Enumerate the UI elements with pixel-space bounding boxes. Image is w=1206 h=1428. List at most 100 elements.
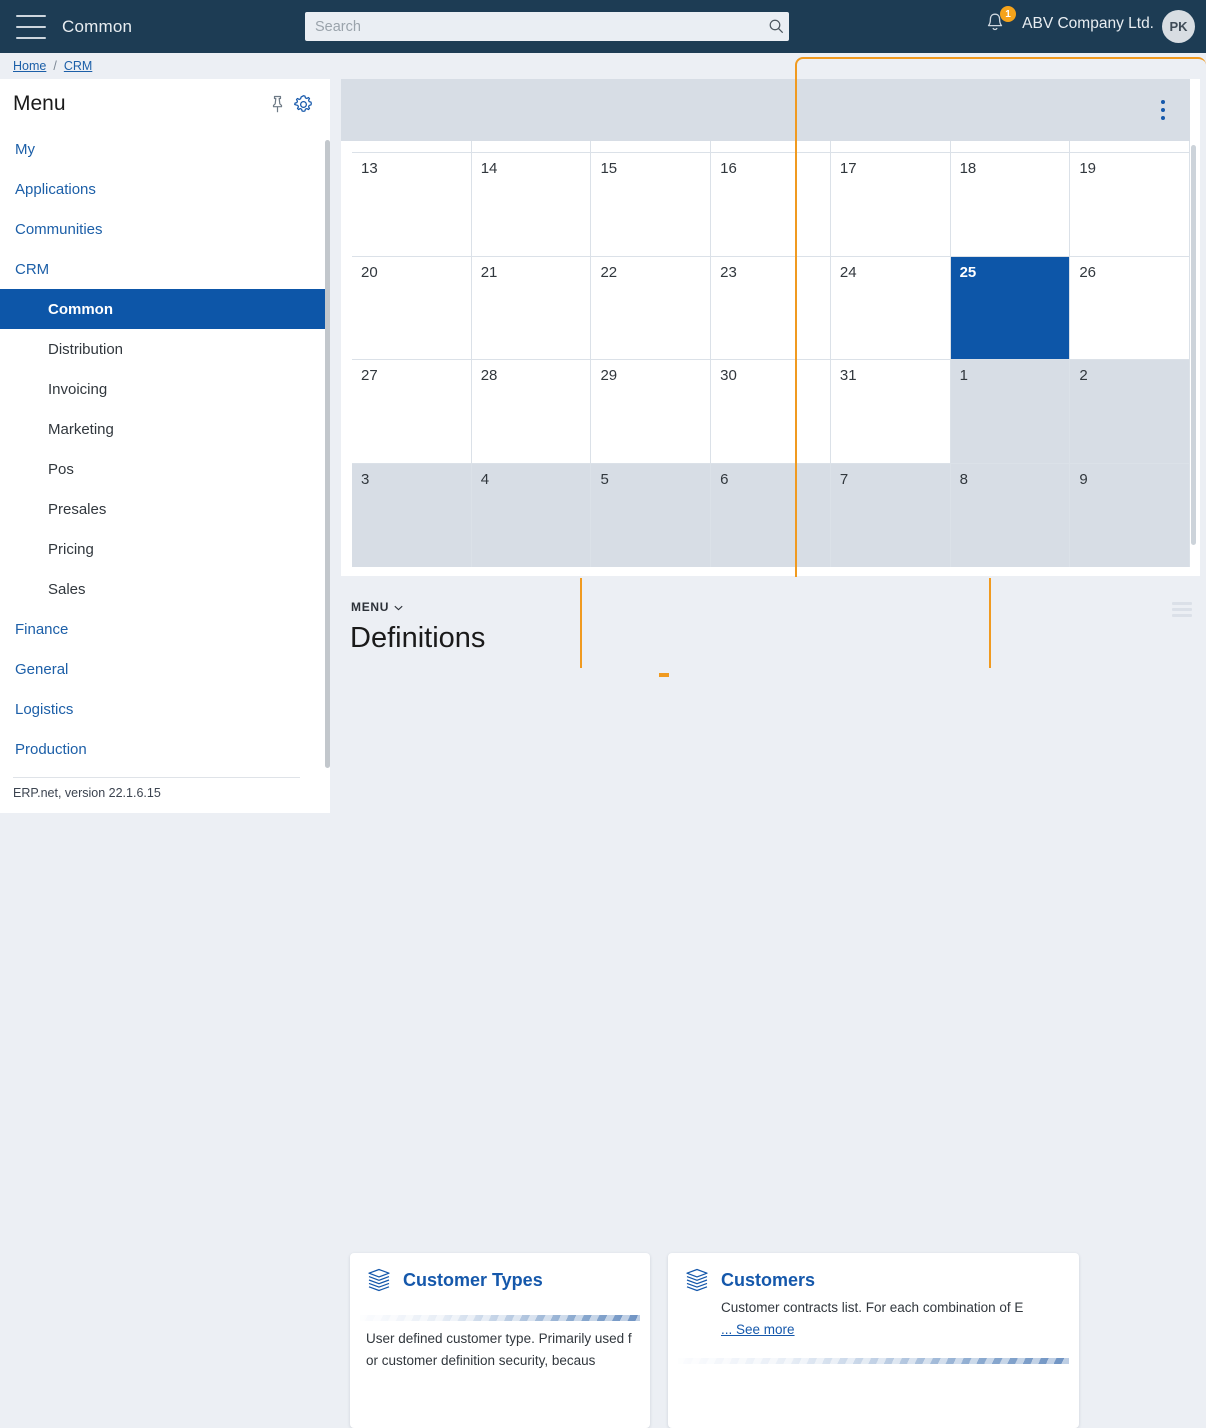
- calendar-day-cell-other-month[interactable]: 4: [471, 463, 592, 567]
- sidebar-item-my[interactable]: My: [0, 129, 330, 169]
- more-vertical-icon[interactable]: [1148, 93, 1178, 127]
- definition-card-customer-types[interactable]: Customer Types User defined customer typ…: [350, 1253, 650, 1428]
- calendar-day-cell[interactable]: 20: [352, 256, 472, 360]
- sidebar-header: Menu: [0, 79, 330, 129]
- calendar-day-cell[interactable]: 19: [1070, 153, 1191, 257]
- calendar-day-cell-other-month[interactable]: 8: [950, 463, 1071, 567]
- card-description: Customer contracts list. For each combin…: [668, 1293, 1079, 1341]
- sidebar-item-production[interactable]: Production: [0, 729, 330, 769]
- day-number: 19: [1079, 160, 1096, 177]
- breadcrumb-item-home[interactable]: Home: [13, 59, 46, 73]
- breadcrumb-separator: /: [53, 59, 57, 73]
- tab-divider-left: [580, 578, 582, 668]
- sidebar-item-pos[interactable]: Pos: [0, 449, 330, 489]
- sidebar-item-sales[interactable]: Sales: [0, 569, 330, 609]
- calendar-week-row: 20 21 22 23 24 25 26: [352, 256, 1191, 360]
- sidebar-item-marketing[interactable]: Marketing: [0, 409, 330, 449]
- day-number: 15: [600, 160, 618, 177]
- notifications-button[interactable]: 1: [984, 6, 1016, 39]
- sidebar-item-general[interactable]: General: [0, 649, 330, 689]
- list-view-icon[interactable]: [1172, 602, 1192, 617]
- day-number: 20: [361, 263, 378, 281]
- sidebar-item-common[interactable]: Common: [0, 289, 330, 329]
- breadcrumb: Home / CRM: [0, 53, 1206, 79]
- definition-card-customers[interactable]: Customers Customer contracts list. For e…: [668, 1253, 1079, 1428]
- day-number: 25: [959, 263, 977, 281]
- sidebar-item-pricing[interactable]: Pricing: [0, 529, 330, 569]
- calendar-scrollbar[interactable]: [1191, 145, 1196, 545]
- top-header-bar: Common 1 ABV Company Ltd. PK: [0, 0, 1206, 53]
- calendar-day-cell-selected[interactable]: 25: [950, 256, 1071, 360]
- search-icon[interactable]: [763, 17, 789, 37]
- calendar-day-cell[interactable]: 29: [591, 360, 712, 464]
- definitions-menu-label[interactable]: MENU: [351, 600, 403, 614]
- calendar-grid: 13 14 15 16 17 18 19 20 21 22 23 24 25 2…: [352, 141, 1191, 567]
- chevron-down-icon: [394, 600, 403, 614]
- calendar-day-cell[interactable]: 26: [1070, 256, 1191, 360]
- calendar-day-cell[interactable]: 23: [711, 256, 831, 360]
- pin-icon[interactable]: [264, 91, 290, 117]
- sidebar-menu-list: My Applications Communities CRM Common D…: [0, 129, 330, 769]
- search-input[interactable]: [305, 18, 763, 35]
- calendar-day-cell[interactable]: 28: [471, 360, 592, 464]
- calendar-day-cell[interactable]: 15: [591, 153, 712, 257]
- calendar-week-row: 13 14 15 16 17 18 19: [352, 153, 1191, 257]
- day-number: 7: [839, 470, 849, 488]
- calendar-day-cell[interactable]: 30: [711, 360, 831, 464]
- tab-divider-right: [989, 578, 991, 668]
- day-number: 3: [361, 470, 370, 488]
- calendar-day-cell[interactable]: 14: [471, 153, 592, 257]
- calendar-day-cell[interactable]: 21: [471, 256, 592, 360]
- day-number: 16: [720, 160, 737, 177]
- notification-count-badge: 1: [1000, 6, 1016, 22]
- calendar-day-cell[interactable]: 17: [830, 153, 951, 257]
- calendar-day-cell-other-month[interactable]: 3: [352, 463, 472, 567]
- stacked-layers-icon: [366, 1267, 392, 1293]
- calendar-day-cell-other-month[interactable]: 2: [1070, 360, 1191, 464]
- calendar-day-cell-other-month[interactable]: 7: [830, 463, 951, 567]
- calendar-toolbar: [341, 79, 1190, 141]
- sidebar-item-crm[interactable]: CRM: [0, 249, 330, 289]
- card-title: Customer Types: [403, 1269, 543, 1290]
- card-header: Customers: [668, 1253, 1079, 1293]
- calendar-day-cell-other-month[interactable]: 6: [711, 463, 831, 567]
- sidebar-item-invoicing[interactable]: Invoicing: [0, 369, 330, 409]
- sidebar-item-presales[interactable]: Presales: [0, 489, 330, 529]
- calendar-day-cell[interactable]: 31: [830, 360, 951, 464]
- sidebar-item-finance[interactable]: Finance: [0, 609, 330, 649]
- sidebar-item-logistics[interactable]: Logistics: [0, 689, 330, 729]
- breadcrumb-item-crm[interactable]: CRM: [64, 59, 92, 73]
- day-number: 14: [480, 160, 498, 177]
- day-number: 23: [720, 263, 737, 281]
- avatar[interactable]: PK: [1162, 10, 1195, 43]
- calendar-day-cell[interactable]: 27: [352, 360, 472, 464]
- card-header: Customer Types: [350, 1253, 650, 1293]
- day-number: 27: [361, 367, 378, 384]
- day-number: 8: [959, 470, 968, 488]
- sidebar: Menu My Applications Communities CRM Com…: [0, 79, 330, 813]
- search-box[interactable]: [305, 12, 789, 41]
- definitions-section: MENU Definitions Customer Types User def…: [341, 578, 1206, 1428]
- calendar-day-cell[interactable]: 13: [352, 153, 472, 257]
- hamburger-icon[interactable]: [16, 14, 46, 39]
- card-title: Customers: [721, 1269, 816, 1290]
- sidebar-item-applications[interactable]: Applications: [0, 169, 330, 209]
- sidebar-item-distribution[interactable]: Distribution: [0, 329, 330, 369]
- sidebar-item-communities[interactable]: Communities: [0, 209, 330, 249]
- calendar-day-cell-other-month[interactable]: 1: [950, 360, 1071, 464]
- see-more-link[interactable]: ... See more: [721, 1322, 795, 1337]
- calendar-day-cell-other-month[interactable]: 5: [591, 463, 712, 567]
- calendar-day-cell[interactable]: 18: [950, 153, 1071, 257]
- day-number: 1: [959, 367, 968, 384]
- calendar-day-cell[interactable]: 22: [591, 256, 712, 360]
- calendar-day-cell[interactable]: 24: [830, 256, 951, 360]
- day-number: 24: [839, 263, 857, 281]
- card-description: User defined customer type. Primarily us…: [366, 1331, 632, 1368]
- sidebar-scrollbar[interactable]: [325, 140, 330, 768]
- gear-icon[interactable]: [290, 91, 316, 117]
- stacked-layers-icon: [684, 1267, 710, 1293]
- company-name: ABV Company Ltd.: [1022, 15, 1154, 32]
- calendar-day-cell[interactable]: 16: [711, 153, 831, 257]
- card-description-text: Customer contracts list. For each combin…: [721, 1300, 1024, 1315]
- calendar-day-cell-other-month[interactable]: 9: [1070, 463, 1191, 567]
